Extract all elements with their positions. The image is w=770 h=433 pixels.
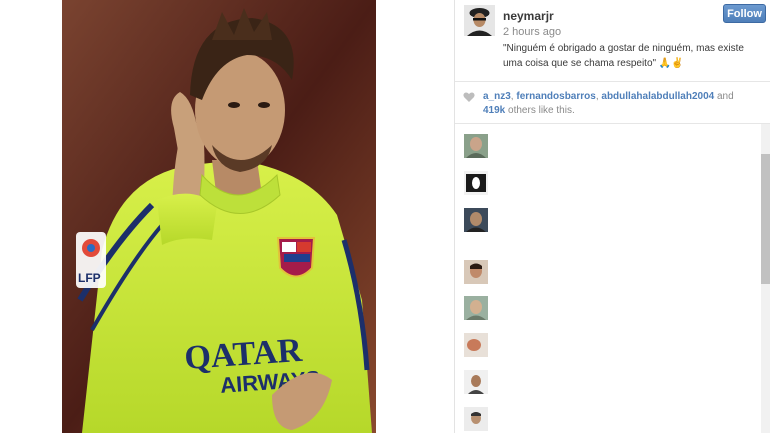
liker-link-3[interactable]: abdullahalabdullah2004 (601, 91, 714, 102)
comment-avatar[interactable] (464, 260, 488, 284)
scrollbar-thumb[interactable] (761, 154, 770, 284)
likes-section: a_nz3, fernandosbarros, abdullahalabdull… (455, 82, 770, 122)
comment-avatar-image (464, 208, 488, 232)
likes-count[interactable]: 419k (483, 105, 505, 116)
post-details-panel: neymarjr 2 hours ago "Ninguém é obrigado… (454, 0, 770, 433)
comment-avatar-image (464, 370, 488, 394)
comment-avatar-image (464, 407, 488, 431)
avatar[interactable] (464, 5, 495, 36)
username[interactable]: neymarjr (503, 9, 554, 23)
player-image: LFP QATAR AIRWAYS (62, 0, 376, 433)
comment-avatar-image (464, 134, 488, 158)
comment-avatar[interactable] (464, 208, 488, 232)
comment-avatar-image (464, 260, 488, 284)
likes-and: and (714, 91, 734, 102)
liker-link-1[interactable]: a_nz3 (483, 91, 511, 102)
comment-avatar-image (464, 296, 488, 320)
comment-avatar[interactable] (464, 134, 488, 158)
comment-avatar[interactable] (464, 171, 488, 195)
follow-button[interactable]: Follow (723, 4, 766, 23)
comment-avatar[interactable] (464, 370, 488, 394)
post-timestamp: 2 hours ago (503, 26, 562, 38)
avatar-image (464, 5, 495, 36)
lfp-badge-text: LFP (78, 271, 101, 285)
liker-link-2[interactable]: fernandosbarros (516, 91, 595, 102)
post-caption: "Ninguém é obrigado a gostar de ninguém,… (503, 43, 744, 69)
likes-suffix: others like this. (505, 105, 575, 116)
heart-icon[interactable] (463, 91, 475, 103)
comment-avatar[interactable] (464, 296, 488, 320)
club-crest (276, 237, 316, 278)
comment-avatar-image (464, 171, 488, 195)
post-photo[interactable]: LFP QATAR AIRWAYS (62, 0, 376, 433)
comments-list (455, 124, 761, 433)
comment-avatar[interactable] (464, 407, 488, 431)
comment-avatar-image (464, 333, 488, 357)
likes-text: a_nz3, fernandosbarros, abdullahalabdull… (483, 90, 753, 118)
comment-avatar[interactable] (464, 333, 488, 357)
post-header: neymarjr 2 hours ago "Ninguém é obrigado… (455, 0, 770, 82)
